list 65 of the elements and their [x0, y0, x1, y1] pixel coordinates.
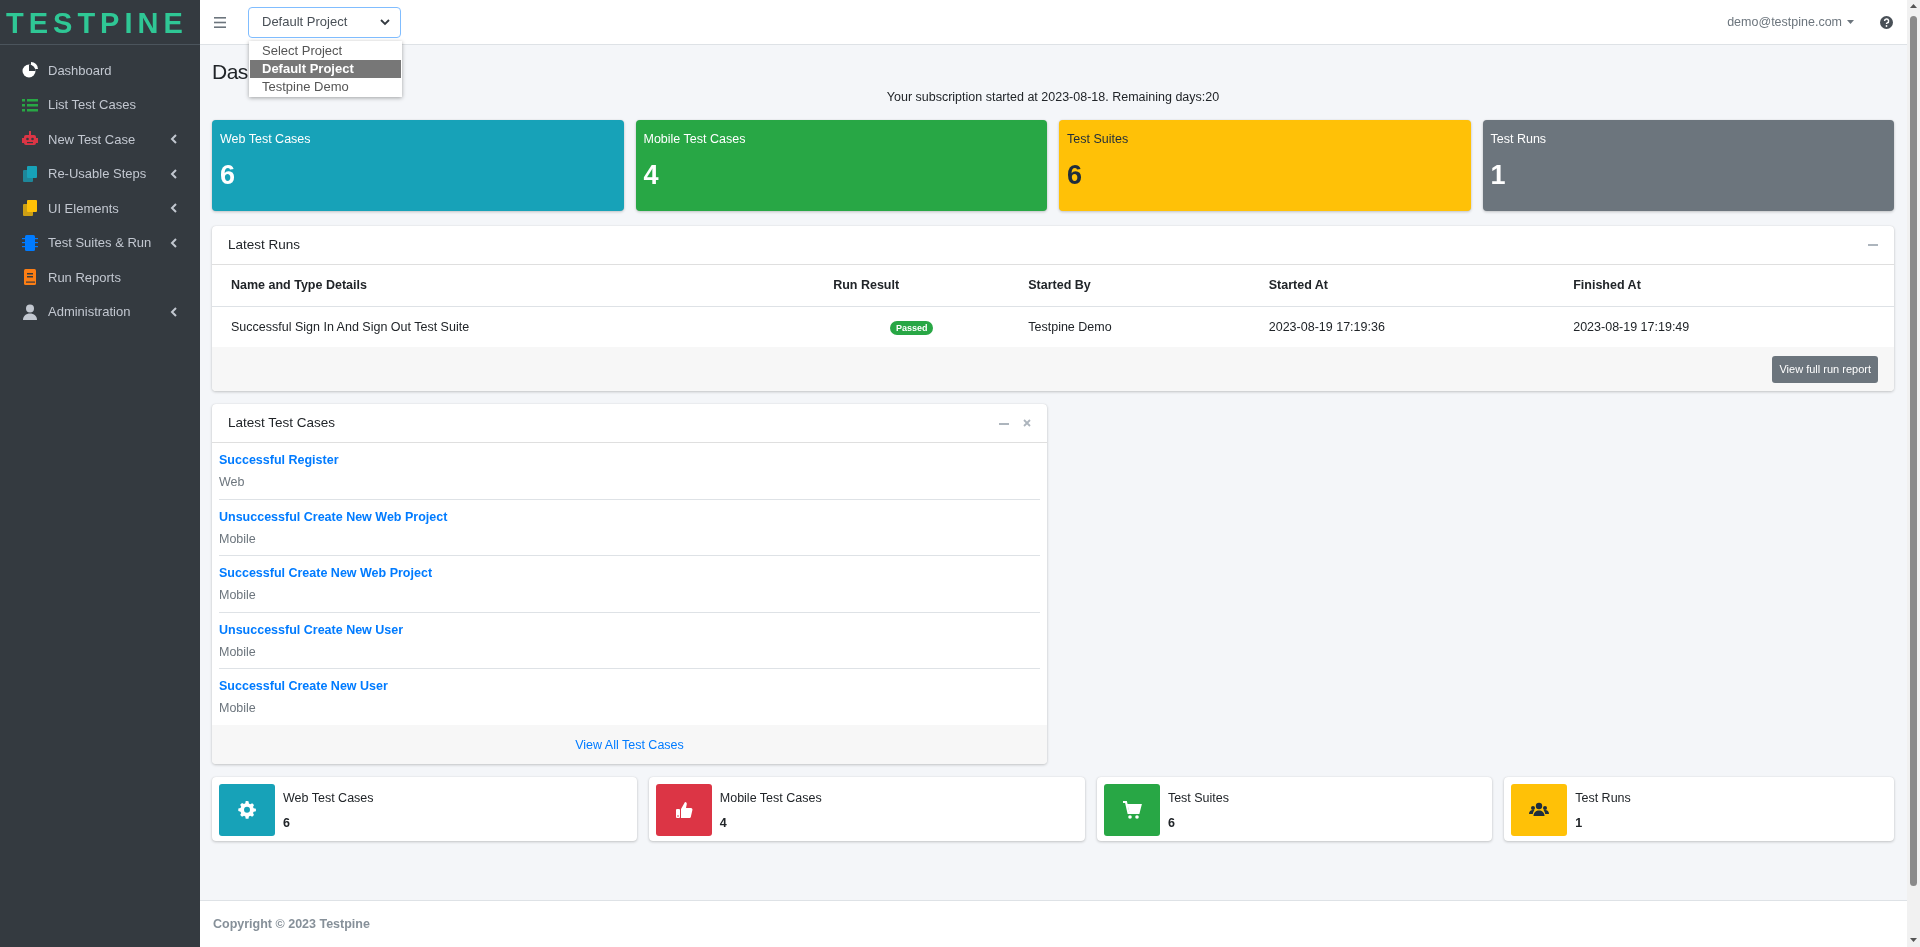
logo[interactable]: TESTPINE — [6, 7, 188, 39]
stat-value: 1 — [1490, 158, 1507, 192]
chevron-down-icon[interactable] — [380, 18, 390, 26]
info-label: Mobile Test Cases — [719, 789, 822, 807]
subscription-text: Your subscription started at 2023-08-18. Remaining days:20 — [886, 90, 1220, 104]
info-value: 4 — [719, 814, 728, 832]
sidebar-item[interactable]: Re-Usable Steps — [8, 156, 192, 191]
column-header: Started At — [1249, 264, 1555, 306]
user-menu[interactable]: demo@testpine.com — [1727, 12, 1854, 32]
info-value: 1 — [1575, 814, 1584, 832]
stat-value: 4 — [643, 158, 660, 192]
test-case-link[interactable]: Unsuccessful Create New Web Project — [219, 507, 1040, 527]
menu-icon[interactable] — [214, 16, 226, 28]
dropdown-option[interactable]: Select Project — [250, 42, 401, 60]
test-case-link[interactable]: Successful Create New User — [219, 677, 1040, 696]
test-case-type: Mobile — [219, 643, 257, 661]
column-header: Run Result — [814, 264, 1010, 306]
card-title: Latest Test Cases — [228, 414, 336, 433]
stat-value: 6 — [1067, 158, 1084, 192]
stat-value: 6 — [220, 158, 237, 192]
stat-label: Test Suites — [1067, 130, 1130, 148]
sidebar-item[interactable]: Administration — [8, 294, 192, 329]
sidebar-item[interactable]: Test Suites & Run — [8, 225, 192, 260]
test-case-link[interactable]: Successful Create New Web Project — [219, 564, 1040, 583]
test-case-type: Web — [219, 474, 246, 491]
project-select[interactable]: Default Project — [248, 6, 401, 38]
stat-label: Test Runs — [1490, 130, 1548, 148]
test-case-link[interactable]: Unsuccessful Create New User — [219, 620, 1040, 640]
table-cell: Successful Sign In And Sign Out Test Suite — [212, 306, 815, 348]
test-case-type: Mobile — [219, 530, 257, 548]
info-label: Test Suites — [1167, 789, 1229, 807]
test-case-type: Mobile — [219, 700, 257, 717]
card-title: Latest Runs — [228, 235, 301, 254]
column-header: Started By — [1009, 264, 1250, 306]
status-badge: Passed — [889, 320, 934, 335]
sidebar-item[interactable]: Dashboard — [8, 53, 192, 88]
sidebar-item[interactable]: New Test Case — [8, 122, 192, 157]
info-label: Test Runs — [1575, 789, 1631, 807]
cart-icon — [1121, 799, 1142, 820]
view-all-link[interactable]: View All Test Cases — [575, 737, 684, 752]
view-report-button[interactable]: View full run report — [1772, 356, 1878, 383]
page-title: Das — [212, 60, 248, 83]
test-case-link[interactable]: Successful Register — [219, 451, 1040, 470]
sidebar-item[interactable]: Run Reports — [8, 260, 192, 295]
table-cell: Testpine Demo — [1009, 306, 1250, 348]
column-header: Name and Type Details — [212, 264, 815, 306]
sidebar-item[interactable]: List Test Cases — [8, 87, 192, 122]
dropdown-option[interactable]: Default Project — [250, 60, 401, 78]
scrollbar[interactable] — [1907, 0, 1920, 947]
thumbs-up-icon — [673, 799, 694, 820]
help-icon[interactable] — [1880, 15, 1893, 29]
copyright-text: Copyright © 2023 Testpine — [213, 915, 370, 933]
column-header: Finished At — [1554, 264, 1894, 306]
table-cell: 2023-08-19 17:19:49 — [1554, 306, 1894, 348]
dropdown-option[interactable]: Testpine Demo — [250, 78, 401, 96]
stat-label: Web Test Cases — [220, 130, 312, 148]
info-value: 6 — [283, 814, 291, 832]
caret-icon[interactable] — [1847, 20, 1854, 24]
info-value: 6 — [1167, 814, 1176, 832]
sidebar-item[interactable]: UI Elements — [8, 191, 192, 226]
table-cell: 2023-08-19 17:19:36 — [1249, 306, 1555, 348]
test-case-type: Mobile — [219, 587, 257, 604]
info-label: Web Test Cases — [283, 789, 374, 807]
stat-label: Mobile Test Cases — [643, 130, 747, 148]
gear-icon — [237, 799, 257, 820]
